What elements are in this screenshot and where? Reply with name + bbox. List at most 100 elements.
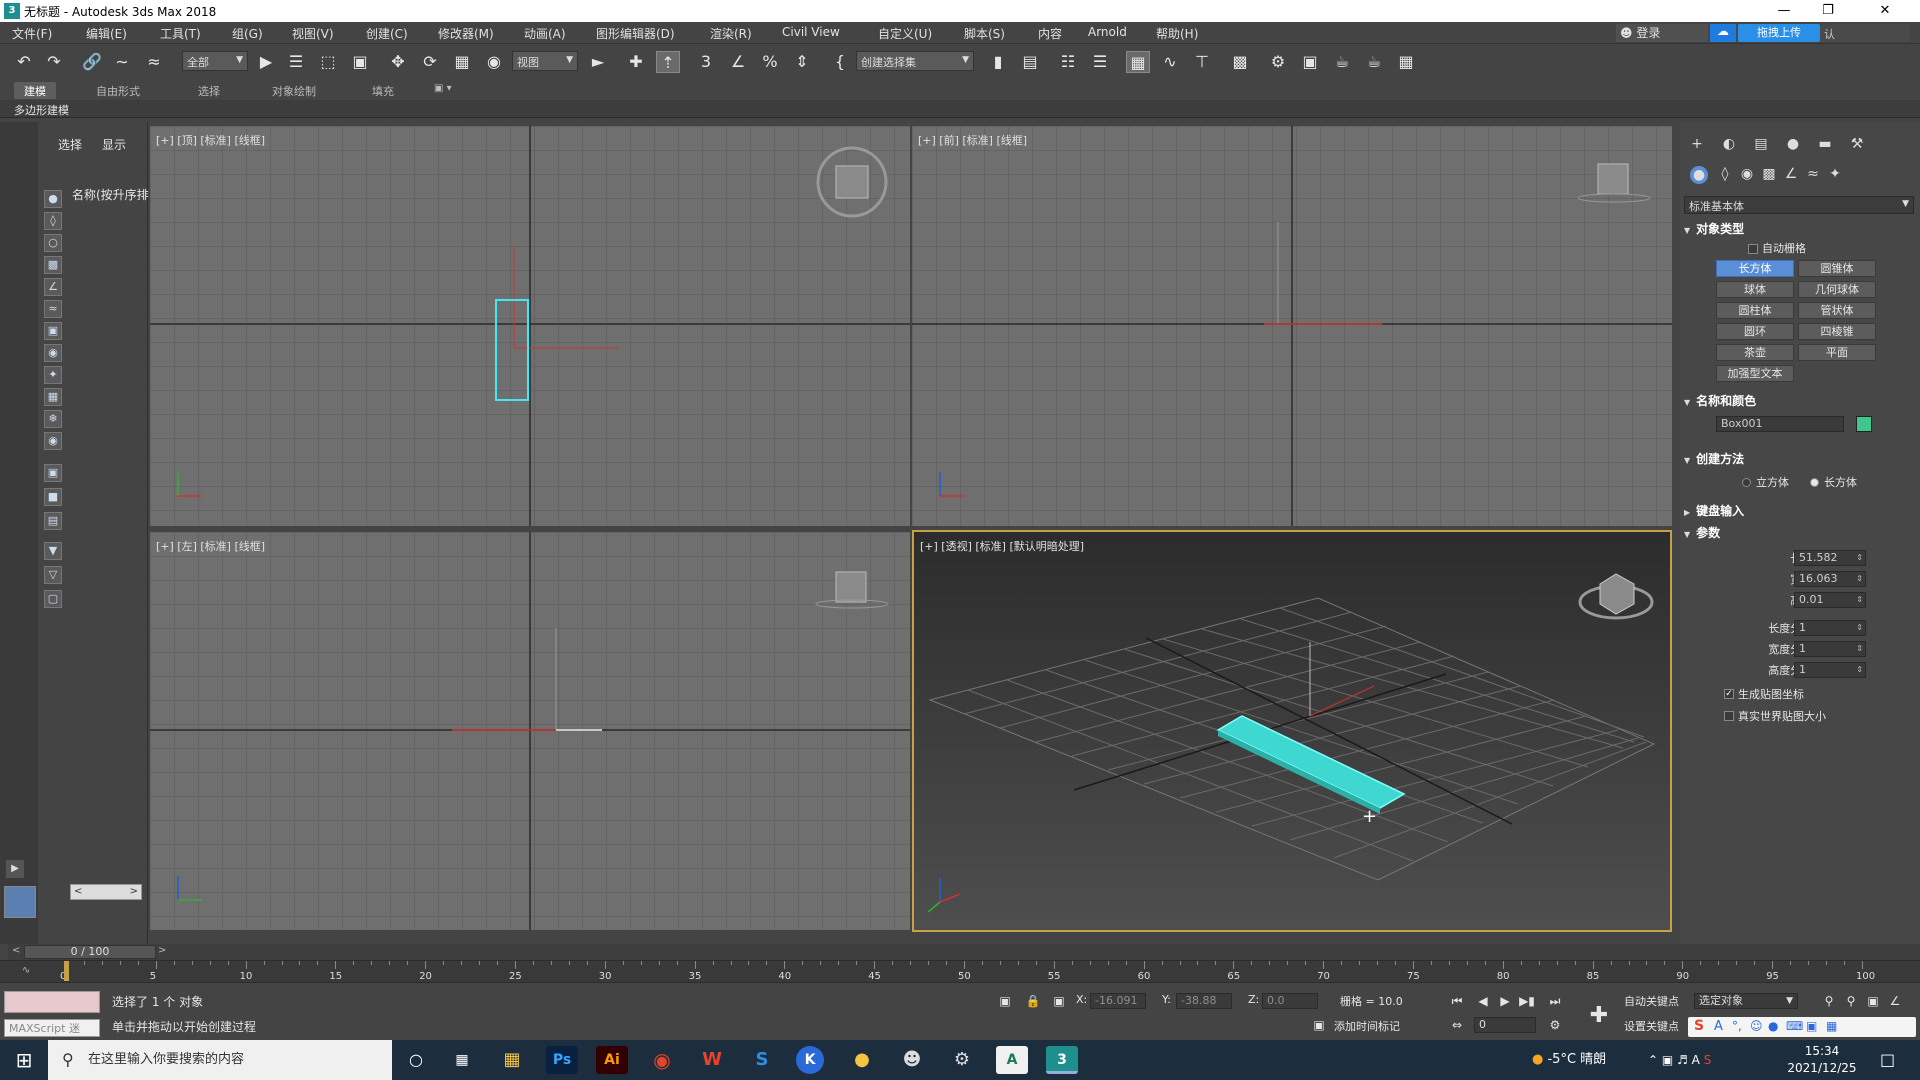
menu-edit[interactable]: 编辑(E) [86, 25, 127, 42]
windows-start-icon[interactable]: ⊞ [0, 1040, 48, 1080]
qq-browser-icon[interactable]: ● [846, 1046, 878, 1074]
rotate-icon[interactable]: ⟳ [418, 51, 442, 73]
viewport-front[interactable]: [+] [前] [标准] [线框] [912, 126, 1672, 526]
viewport-front-label[interactable]: [+] [前] [标准] [线框] [918, 132, 1027, 148]
ime-punctuation-icon[interactable]: °, [1732, 1019, 1742, 1033]
file-explorer-icon[interactable]: ▦ [496, 1046, 528, 1074]
ime-indicator-icon[interactable]: A [1692, 1053, 1700, 1067]
display-panel-icon[interactable]: ▬ [1814, 134, 1836, 154]
render-production-icon[interactable]: ☕ [1330, 51, 1354, 73]
set-key-icon[interactable]: ✚ [1584, 1001, 1614, 1031]
viewport-perspective[interactable]: + [+] [透视] [标准] [默认明暗处理] [912, 530, 1672, 932]
lights-icon[interactable]: ◉ [1736, 164, 1758, 184]
auto-key-button[interactable]: 自动关键点 [1624, 993, 1679, 1009]
display-xrefs-icon[interactable]: ◉ [44, 344, 62, 362]
notification-icon[interactable]: □ [1880, 1040, 1895, 1080]
viewport-left-label[interactable]: [+] [左] [标准] [线框] [156, 538, 265, 554]
unlink-icon[interactable]: ∼ [110, 51, 134, 73]
creation-method-rollout[interactable]: ▼ 创建方法 [1684, 450, 1914, 468]
time-next-icon[interactable]: > [158, 945, 166, 956]
field-of-view-icon[interactable]: ∠ [1886, 993, 1904, 1009]
wps-icon[interactable]: W [696, 1046, 728, 1074]
mirror-icon[interactable]: ▮ [986, 51, 1010, 73]
time-configuration-icon[interactable]: ⚙ [1546, 1017, 1564, 1033]
zoom-all-icon[interactable]: ⚲ [1842, 993, 1860, 1009]
menu-animation[interactable]: 动画(A) [524, 25, 566, 42]
cloud-icon[interactable]: ☁ [1710, 24, 1736, 42]
modify-panel-icon[interactable]: ◐ [1718, 134, 1740, 154]
volume-icon[interactable]: ♬ [1677, 1053, 1688, 1067]
viewport-top[interactable]: [+] [顶] [标准] [线框] [150, 126, 910, 526]
isolate-selection-icon[interactable]: ▣ [996, 993, 1014, 1009]
scene-explorer-toggle-icon[interactable]: ☷ [1056, 51, 1080, 73]
expand-arrow-icon[interactable]: ▶ [6, 860, 24, 878]
maxscript-listener-output[interactable] [4, 991, 100, 1013]
display-groups-icon[interactable]: ▣ [44, 322, 62, 340]
edit-named-selection-icon[interactable]: { [828, 51, 852, 73]
spinner-arrows-icon[interactable]: ⇕ [1856, 621, 1863, 635]
viewport-left[interactable]: [+] [左] [标准] [线框] [150, 532, 910, 930]
menu-help[interactable]: 帮助(H) [1156, 25, 1198, 42]
snaps-toggle-icon[interactable]: 3 [694, 51, 718, 73]
menu-file[interactable]: 文件(F) [12, 25, 52, 42]
network-icon[interactable]: ▣ [1662, 1053, 1673, 1067]
select-manipulate-icon[interactable]: ✚ [624, 51, 648, 73]
menu-view[interactable]: 视图(V) [292, 25, 334, 42]
3dsmax-app-icon[interactable]: 3 [4, 3, 20, 19]
display-shapes-icon[interactable]: ◊ [44, 212, 62, 230]
workspace-grid-icon[interactable]: ▦ [1394, 51, 1418, 73]
login-button[interactable]: ☻ 登录 [1616, 24, 1708, 42]
object-name-input[interactable]: Box001 [1716, 416, 1844, 432]
real-world-map-checkbox[interactable] [1724, 711, 1734, 721]
keyboard-shortcut-override-icon[interactable]: ⇡ [656, 51, 680, 73]
key-mode-toggle-icon[interactable]: ⇔ [1448, 1017, 1466, 1033]
tool-app-icon[interactable]: ⚙ [946, 1046, 978, 1074]
reference-coordinate-dropdown[interactable]: 视图 ▼ [512, 51, 578, 71]
menu-modifiers[interactable]: 修改器(M) [438, 25, 494, 42]
curve-editor-icon[interactable]: ∿ [1158, 51, 1182, 73]
display-space-warps-icon[interactable]: ≈ [44, 300, 62, 318]
photoshop-icon[interactable]: Ps [546, 1046, 578, 1074]
spinner-arrows-icon[interactable]: ⇕ [1856, 642, 1863, 656]
zoom-extents-icon[interactable]: ▣ [1864, 993, 1882, 1009]
sogou-browser-icon[interactable]: S [746, 1046, 778, 1074]
tab-populate[interactable]: 填充 [362, 82, 404, 99]
object-type-rollout[interactable]: ▼ 对象类型 [1684, 220, 1914, 238]
height-spinner[interactable]: 0.01 ⇕ [1794, 592, 1866, 608]
placement-icon[interactable]: ◉ [482, 51, 506, 73]
previous-frame-icon[interactable]: ◀ [1474, 993, 1492, 1009]
add-time-tag-button[interactable]: 添加时间标记 [1334, 1018, 1400, 1034]
spinner-snap-icon[interactable]: ⇕ [790, 51, 814, 73]
systems-icon[interactable]: ✦ [1824, 164, 1846, 184]
layer-explorer-icon[interactable]: ☰ [1088, 51, 1112, 73]
spinner-arrows-icon[interactable]: ⇕ [1856, 593, 1863, 607]
y-coordinate-field[interactable]: -38.88 [1176, 993, 1232, 1009]
render-setup-icon[interactable]: ⚙ [1266, 51, 1290, 73]
auto-grid-checkbox[interactable] [1748, 244, 1758, 254]
helpers-icon[interactable]: ∠ [1780, 164, 1802, 184]
time-slider-thumb[interactable]: 0 / 100 [24, 945, 156, 959]
scroll-right-icon[interactable]: > [130, 886, 138, 897]
angle-snap-icon[interactable]: ∠ [726, 51, 750, 73]
primitive-cone-button[interactable]: 圆锥体 [1798, 260, 1876, 277]
name-color-rollout[interactable]: ▼ 名称和颜色 [1684, 392, 1914, 410]
create-panel-icon[interactable]: + [1686, 134, 1708, 154]
time-prev-icon[interactable]: < [12, 945, 20, 956]
primitive-box-button[interactable]: 长方体 [1716, 260, 1794, 277]
align-icon[interactable]: ▤ [1018, 51, 1042, 73]
primitive-category-dropdown[interactable]: 标准基本体 ▼ [1684, 196, 1914, 214]
ribbon-options-icon[interactable]: ▣ ▾ [424, 82, 462, 99]
ime-skin-icon[interactable]: ▣ [1806, 1019, 1817, 1033]
viewport-top-label[interactable]: [+] [顶] [标准] [线框] [156, 132, 265, 148]
tab-selection[interactable]: 选择 [188, 82, 230, 99]
gen-mapping-checkbox[interactable]: ✓ [1724, 689, 1734, 699]
track-bar[interactable]: ∿ 05101520253035404550556065707580859095… [0, 960, 1920, 982]
ime-voice-icon[interactable]: ● [1768, 1019, 1778, 1033]
qq-icon[interactable]: ☻ [896, 1046, 928, 1074]
space-warps-icon[interactable]: ≈ [1802, 164, 1824, 184]
spinner-arrows-icon[interactable]: ⇕ [1856, 663, 1863, 677]
move-icon[interactable]: ✥ [386, 51, 410, 73]
selection-lock-icon[interactable]: 🔒 [1024, 993, 1042, 1009]
absolute-mode-icon[interactable]: ▣ [1050, 993, 1068, 1009]
display-containers-icon[interactable]: ▦ [44, 388, 62, 406]
